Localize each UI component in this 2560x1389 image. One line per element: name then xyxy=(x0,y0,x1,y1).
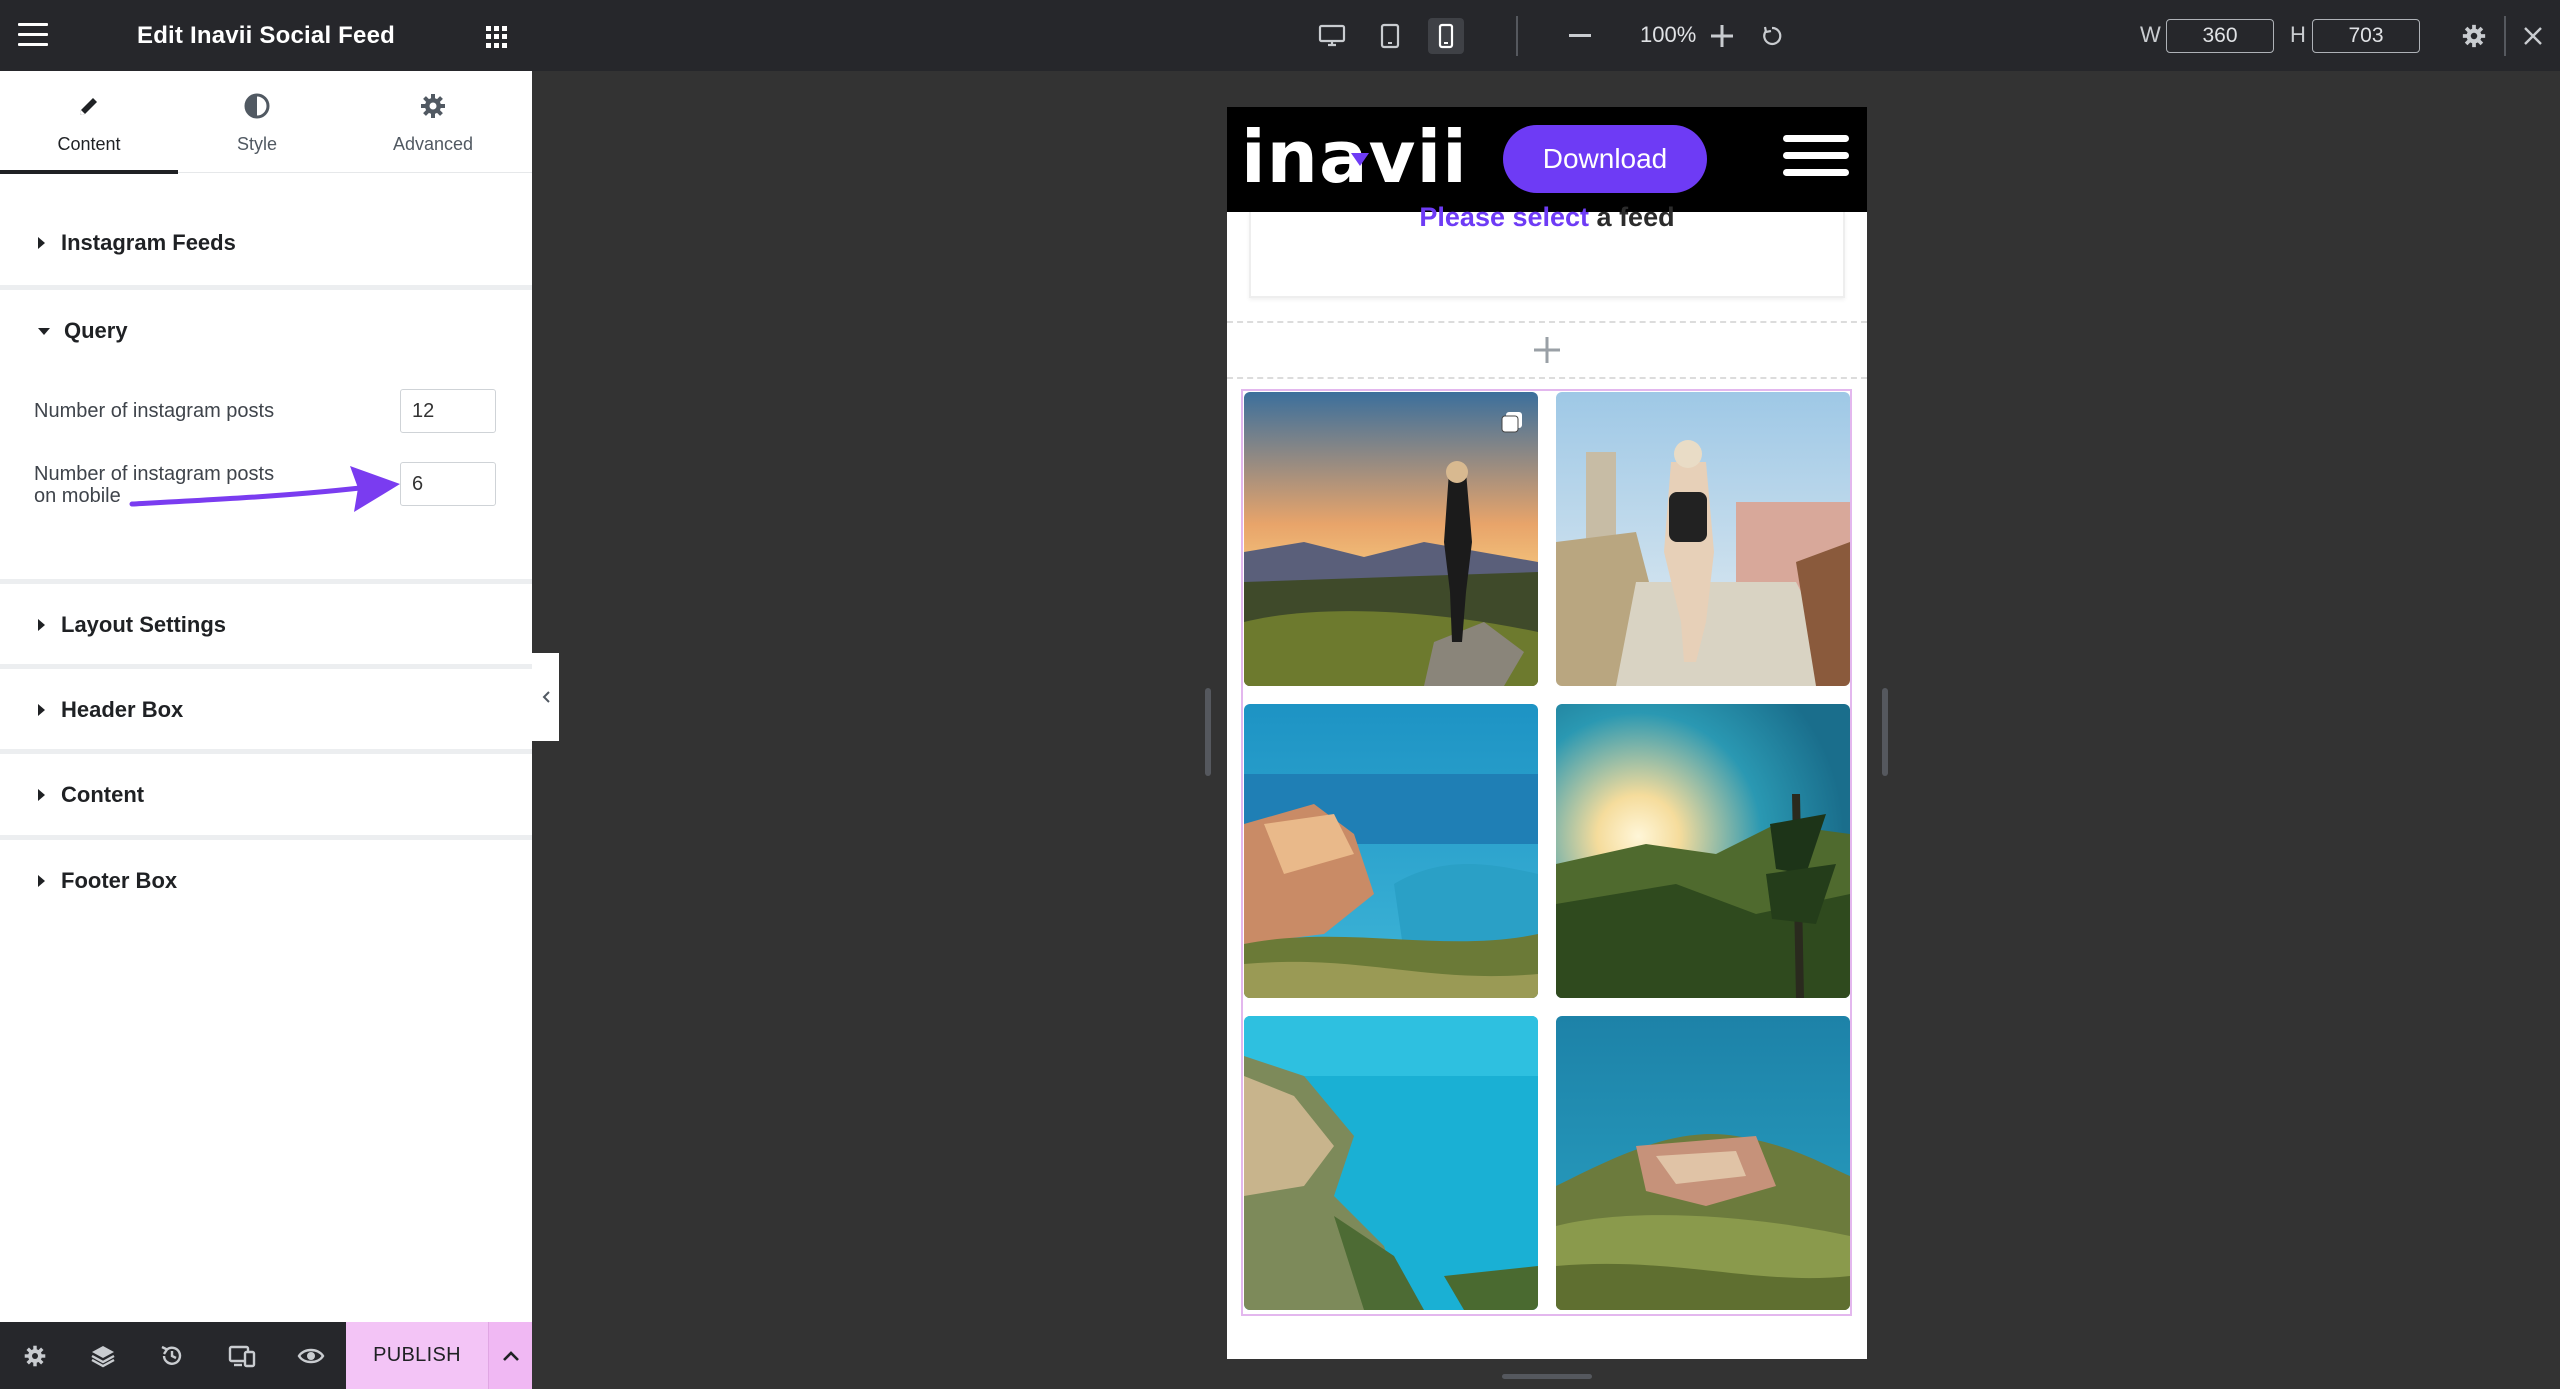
caret-right-icon xyxy=(38,619,45,631)
pencil-icon xyxy=(0,91,178,121)
tab-label: Style xyxy=(236,134,278,154)
carousel-icon xyxy=(1501,412,1522,433)
feed-photo[interactable] xyxy=(1556,392,1850,686)
section-title: Layout Settings xyxy=(61,612,227,637)
mobile-icon[interactable] xyxy=(1428,18,1464,54)
panel-title: Edit Inavii Social Feed xyxy=(136,22,395,49)
section-header-content[interactable]: Content xyxy=(0,775,144,815)
tab-label: Content xyxy=(57,134,121,154)
tablet-icon[interactable] xyxy=(1372,18,1408,54)
history-icon[interactable] xyxy=(137,1322,207,1389)
mobile-preview-frame: inavii Download Please select a feed xyxy=(1227,107,1867,1359)
collapse-panel-button[interactable] xyxy=(532,653,559,741)
section-instagram-feeds: Instagram Feeds xyxy=(0,200,532,290)
chevron-left-icon xyxy=(542,691,550,703)
panel-tabs: Content Style Advanced xyxy=(0,71,532,174)
section-layout-settings: Layout Settings xyxy=(0,584,532,669)
top-toolbar: 100% W 360 H 703 xyxy=(532,0,2560,71)
feed-placeholder-message: Please select a feed xyxy=(1251,202,1843,233)
section-title: Query xyxy=(64,318,128,343)
section-header-box: Header Box xyxy=(0,669,532,754)
download-button[interactable]: Download xyxy=(1503,125,1707,193)
toolbar-divider xyxy=(2504,16,2506,56)
plus-icon xyxy=(1534,337,1560,363)
feed-photo[interactable] xyxy=(1244,704,1538,998)
close-icon[interactable] xyxy=(2515,18,2551,54)
layers-icon[interactable] xyxy=(68,1322,138,1389)
tab-label: Advanced xyxy=(392,134,474,154)
gear-icon xyxy=(344,91,522,121)
gear-icon[interactable] xyxy=(2456,18,2492,54)
caret-down-icon xyxy=(38,327,50,335)
section-header-footer-box[interactable]: Footer Box xyxy=(0,861,177,901)
bottom-resize-handle[interactable] xyxy=(1502,1374,1592,1379)
annotation-arrow xyxy=(129,466,400,512)
width-input[interactable]: 360 xyxy=(2166,19,2274,53)
feed-photo[interactable] xyxy=(1244,1016,1538,1310)
section-content: Content xyxy=(0,754,532,840)
desktop-icon[interactable] xyxy=(1314,18,1350,54)
section-header-query[interactable]: Query xyxy=(0,311,128,351)
add-section-button[interactable] xyxy=(1227,321,1867,379)
zoom-out-icon[interactable] xyxy=(1562,18,1598,54)
section-header-instagram-feeds[interactable]: Instagram Feeds xyxy=(0,223,236,263)
caret-right-icon xyxy=(38,789,45,801)
publish-button[interactable]: PUBLISH xyxy=(346,1322,488,1389)
apps-grid-icon[interactable] xyxy=(486,26,508,48)
panel-header: Edit Inavii Social Feed xyxy=(0,0,532,71)
feed-photo[interactable] xyxy=(1244,392,1538,686)
caret-right-icon xyxy=(38,237,45,249)
right-resize-handle[interactable] xyxy=(1882,688,1888,776)
section-header-header-box[interactable]: Header Box xyxy=(0,690,183,730)
height-label: H xyxy=(2290,22,2306,47)
tab-advanced[interactable]: Advanced xyxy=(344,71,522,173)
feed-photo[interactable] xyxy=(1556,704,1850,998)
section-title: Header Box xyxy=(61,697,184,722)
feed-photo[interactable] xyxy=(1556,1016,1850,1310)
section-header-layout-settings[interactable]: Layout Settings xyxy=(0,605,226,645)
caret-right-icon xyxy=(38,875,45,887)
left-resize-handle[interactable] xyxy=(1205,688,1211,776)
section-query: Query Number of instagram posts Number o… xyxy=(0,290,532,584)
reset-zoom-icon[interactable] xyxy=(1754,18,1790,54)
tab-content[interactable]: Content xyxy=(0,71,178,174)
hamburger-menu-icon[interactable] xyxy=(1783,135,1849,183)
editor-panel: Edit Inavii Social Feed Content Style Ad… xyxy=(0,0,532,1389)
posts-count-input[interactable] xyxy=(400,389,496,433)
section-title: Footer Box xyxy=(61,868,178,893)
responsive-icon[interactable] xyxy=(207,1322,277,1389)
feed-placeholder-box: Please select a feed xyxy=(1249,202,1845,298)
select-feed-link[interactable]: Please select xyxy=(1419,202,1589,232)
section-title: Content xyxy=(61,782,145,807)
section-footer-box: Footer Box xyxy=(0,840,532,906)
mobile-posts-count-input[interactable] xyxy=(400,462,496,506)
width-label: W xyxy=(2140,22,2161,47)
zoom-level: 100% xyxy=(1640,22,1697,47)
instagram-feed-grid xyxy=(1241,389,1852,1316)
tab-style[interactable]: Style xyxy=(168,71,346,173)
section-title: Instagram Feeds xyxy=(61,230,236,255)
height-input[interactable]: 703 xyxy=(2312,19,2420,53)
settings-icon[interactable] xyxy=(0,1322,70,1389)
chevron-up-icon xyxy=(502,1350,519,1361)
posts-count-label: Number of instagram posts xyxy=(34,400,275,422)
panel-footer-bar: PUBLISH xyxy=(0,1322,532,1389)
eye-icon[interactable] xyxy=(276,1322,346,1389)
site-header: inavii Download xyxy=(1227,107,1867,212)
toolbar-divider xyxy=(1516,16,1518,56)
zoom-in-icon[interactable] xyxy=(1704,18,1740,54)
feed-message-text: a feed xyxy=(1589,202,1675,232)
publish-options-button[interactable] xyxy=(488,1322,532,1389)
logo-accent xyxy=(1351,153,1369,166)
half-circle-icon xyxy=(168,91,346,121)
caret-right-icon xyxy=(38,704,45,716)
